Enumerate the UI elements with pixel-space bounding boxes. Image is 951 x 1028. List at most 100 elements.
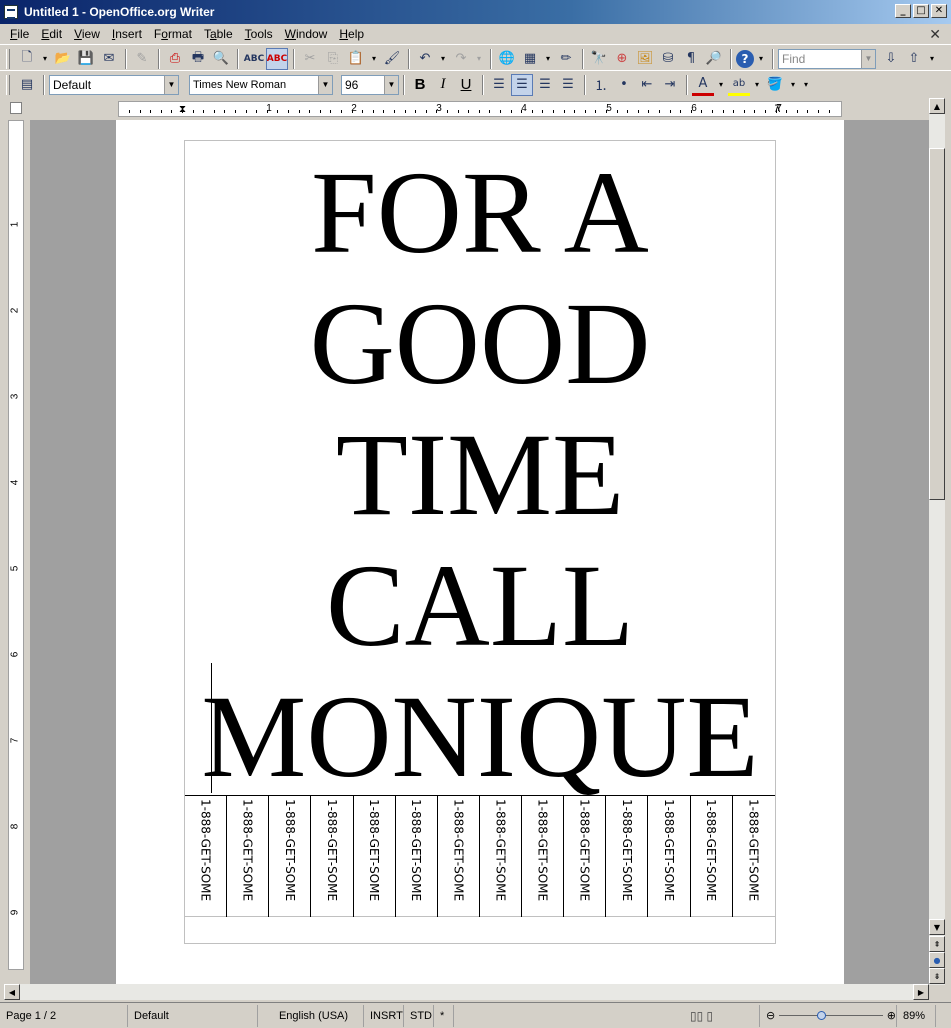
undo-dropdown-icon[interactable]: ▾	[437, 48, 449, 70]
menu-tools[interactable]: Tools	[239, 27, 279, 41]
navigator-icon[interactable]: ⊕	[611, 48, 633, 70]
background-color-icon[interactable]: 🪣	[764, 74, 786, 96]
italic-button[interactable]: I	[432, 74, 454, 96]
format-paintbrush-icon[interactable]: 🖌	[381, 48, 403, 70]
redo-icon[interactable]: ↷	[450, 48, 472, 70]
tear-off-tab[interactable]: 1-888-GET-SOME	[648, 796, 691, 917]
tear-off-tab[interactable]: 1-888-GET-SOME	[606, 796, 649, 917]
numbering-icon[interactable]: ⒈	[590, 74, 612, 96]
gallery-icon[interactable]: 🖼	[634, 48, 656, 70]
scroll-up-button[interactable]: ▲	[929, 98, 945, 114]
redo-dropdown-icon[interactable]: ▾	[473, 48, 485, 70]
scroll-down-button[interactable]: ▼	[929, 919, 945, 935]
tear-off-tab[interactable]: 1-888-GET-SOME	[522, 796, 565, 917]
export-pdf-icon[interactable]: ⎙	[164, 48, 186, 70]
paragraph-style-select[interactable]: Default ▼	[49, 74, 179, 95]
vertical-scrollbar[interactable]: ▲ ▼ ⇞ ● ⇟	[929, 98, 945, 985]
close-button[interactable]: ✕	[931, 4, 947, 18]
find-input[interactable]: Find ▼	[778, 48, 876, 69]
copy-icon[interactable]: ⎘	[322, 48, 344, 70]
tab-type-selector[interactable]	[10, 102, 22, 114]
print-icon[interactable]: 🖶	[187, 48, 209, 70]
find-previous-icon[interactable]: ⇧	[903, 48, 925, 70]
vertical-ruler[interactable]: 1 2 3 4 5 6 7 8 9	[8, 120, 24, 970]
cut-icon[interactable]: ✂	[299, 48, 321, 70]
vertical-scroll-thumb[interactable]	[929, 148, 945, 500]
menu-view[interactable]: View	[68, 27, 106, 41]
hyperlink-icon[interactable]: 🌐	[496, 48, 518, 70]
text-area[interactable]: FOR A GOOD TIME CALL MONIQUE 1-888-GET-SOME 1…	[184, 140, 776, 944]
tear-off-tab[interactable]: 1-888-GET-SOME	[438, 796, 480, 917]
underline-button[interactable]: U	[455, 74, 477, 96]
tear-off-tab[interactable]: 1-888-GET-SOME	[185, 796, 228, 917]
close-document-icon[interactable]: ✕	[929, 26, 941, 43]
page[interactable]: FOR A GOOD TIME CALL MONIQUE 1-888-GET-SOME 1…	[116, 120, 844, 985]
zoom-slider-handle[interactable]	[817, 1011, 827, 1020]
zoom-out-icon[interactable]: ⊖	[766, 1009, 775, 1022]
headline-text[interactable]: FOR A GOOD TIME CALL MONIQUE	[185, 147, 775, 802]
tear-off-tab[interactable]: 1-888-GET-SOME	[311, 796, 354, 917]
styles-formatting-icon[interactable]: ▤	[16, 74, 38, 96]
help-icon[interactable]: ?	[736, 49, 754, 68]
data-sources-icon[interactable]: ⛁	[657, 48, 679, 70]
menu-format[interactable]: Format	[148, 27, 198, 41]
view-layout-icon[interactable]: ▯▯ ▯	[684, 1004, 760, 1027]
autospellcheck-icon[interactable]: ABC	[266, 47, 288, 70]
headline-line[interactable]: FOR A	[185, 147, 775, 278]
justify-icon[interactable]: ☰	[557, 74, 579, 96]
language-indicator[interactable]: English (USA)	[258, 1004, 364, 1027]
tear-off-tab[interactable]: 1-888-GET-SOME	[269, 796, 312, 917]
scroll-left-button[interactable]: ◀	[4, 984, 20, 1000]
formatting-marks-icon[interactable]: ¶	[680, 48, 702, 70]
increase-indent-icon[interactable]: ⇥	[659, 74, 681, 96]
edit-file-icon[interactable]: ✎	[131, 48, 153, 70]
tear-off-tab[interactable]: 1-888-GET-SOME	[354, 796, 396, 917]
align-center-icon[interactable]: ☰	[511, 73, 533, 96]
headline-line[interactable]: GOOD	[185, 278, 775, 409]
menu-file[interactable]: File	[4, 27, 35, 41]
find-replace-icon[interactable]: 🔭	[588, 48, 610, 70]
tear-off-tab[interactable]: 1-888-GET-SOME	[733, 796, 775, 917]
headline-line[interactable]: CALL	[185, 540, 775, 671]
font-size-select[interactable]: 96 ▼	[341, 74, 399, 95]
tear-off-tab[interactable]: 1-888-GET-SOME	[396, 796, 438, 917]
decrease-indent-icon[interactable]: ⇤	[636, 74, 658, 96]
find-next-icon[interactable]: ⇩	[880, 48, 902, 70]
new-dropdown-icon[interactable]: ▾	[39, 48, 51, 70]
selection-mode-indicator[interactable]: STD	[404, 1004, 434, 1027]
toolbar-grip[interactable]	[6, 74, 10, 95]
next-page-button[interactable]: ⇟	[929, 968, 945, 984]
font-color-icon[interactable]: A	[692, 74, 714, 96]
print-preview-icon[interactable]: 🔍	[210, 48, 232, 70]
spellcheck-icon[interactable]: ABC	[243, 48, 265, 70]
horizontal-scrollbar[interactable]: ◀ ▶	[4, 984, 929, 1000]
background-color-dropdown-icon[interactable]: ▾	[787, 74, 799, 96]
align-left-icon[interactable]: ☰	[488, 74, 510, 96]
bullets-icon[interactable]: •	[613, 74, 635, 96]
navigation-icon[interactable]: ●	[929, 952, 945, 968]
font-color-dropdown-icon[interactable]: ▾	[715, 74, 727, 96]
new-document-icon[interactable]: 🗋	[16, 48, 38, 70]
document-canvas[interactable]: FOR A GOOD TIME CALL MONIQUE 1-888-GET-SOME 1…	[30, 120, 929, 985]
find-toolbar-overflow-icon[interactable]: ▾	[926, 48, 938, 70]
align-right-icon[interactable]: ☰	[534, 74, 556, 96]
menu-edit[interactable]: Edit	[35, 27, 68, 41]
paste-dropdown-icon[interactable]: ▾	[368, 48, 380, 70]
open-folder-icon[interactable]: 📂	[52, 48, 74, 70]
maximize-button[interactable]: □	[913, 4, 929, 18]
headline-line[interactable]: MONIQUE	[185, 671, 775, 802]
toolbar-overflow-icon[interactable]: ▾	[755, 48, 767, 70]
paragraph-style-dropdown-icon[interactable]: ▼	[164, 75, 178, 94]
email-icon[interactable]: ✉	[98, 48, 120, 70]
menu-help[interactable]: Help	[333, 27, 370, 41]
menu-table[interactable]: Table	[198, 27, 239, 41]
find-dropdown-icon[interactable]: ▼	[861, 49, 875, 68]
table-dropdown-icon[interactable]: ▾	[542, 48, 554, 70]
zoom-slider[interactable]: ⊖ ⊕	[760, 1005, 896, 1027]
page-style-indicator[interactable]: Default	[128, 1004, 258, 1027]
highlighting-dropdown-icon[interactable]: ▾	[751, 74, 763, 96]
menu-insert[interactable]: Insert	[106, 27, 148, 41]
save-icon[interactable]: 💾	[75, 48, 97, 70]
scroll-right-button[interactable]: ▶	[913, 984, 929, 1000]
undo-icon[interactable]: ↶	[414, 48, 436, 70]
